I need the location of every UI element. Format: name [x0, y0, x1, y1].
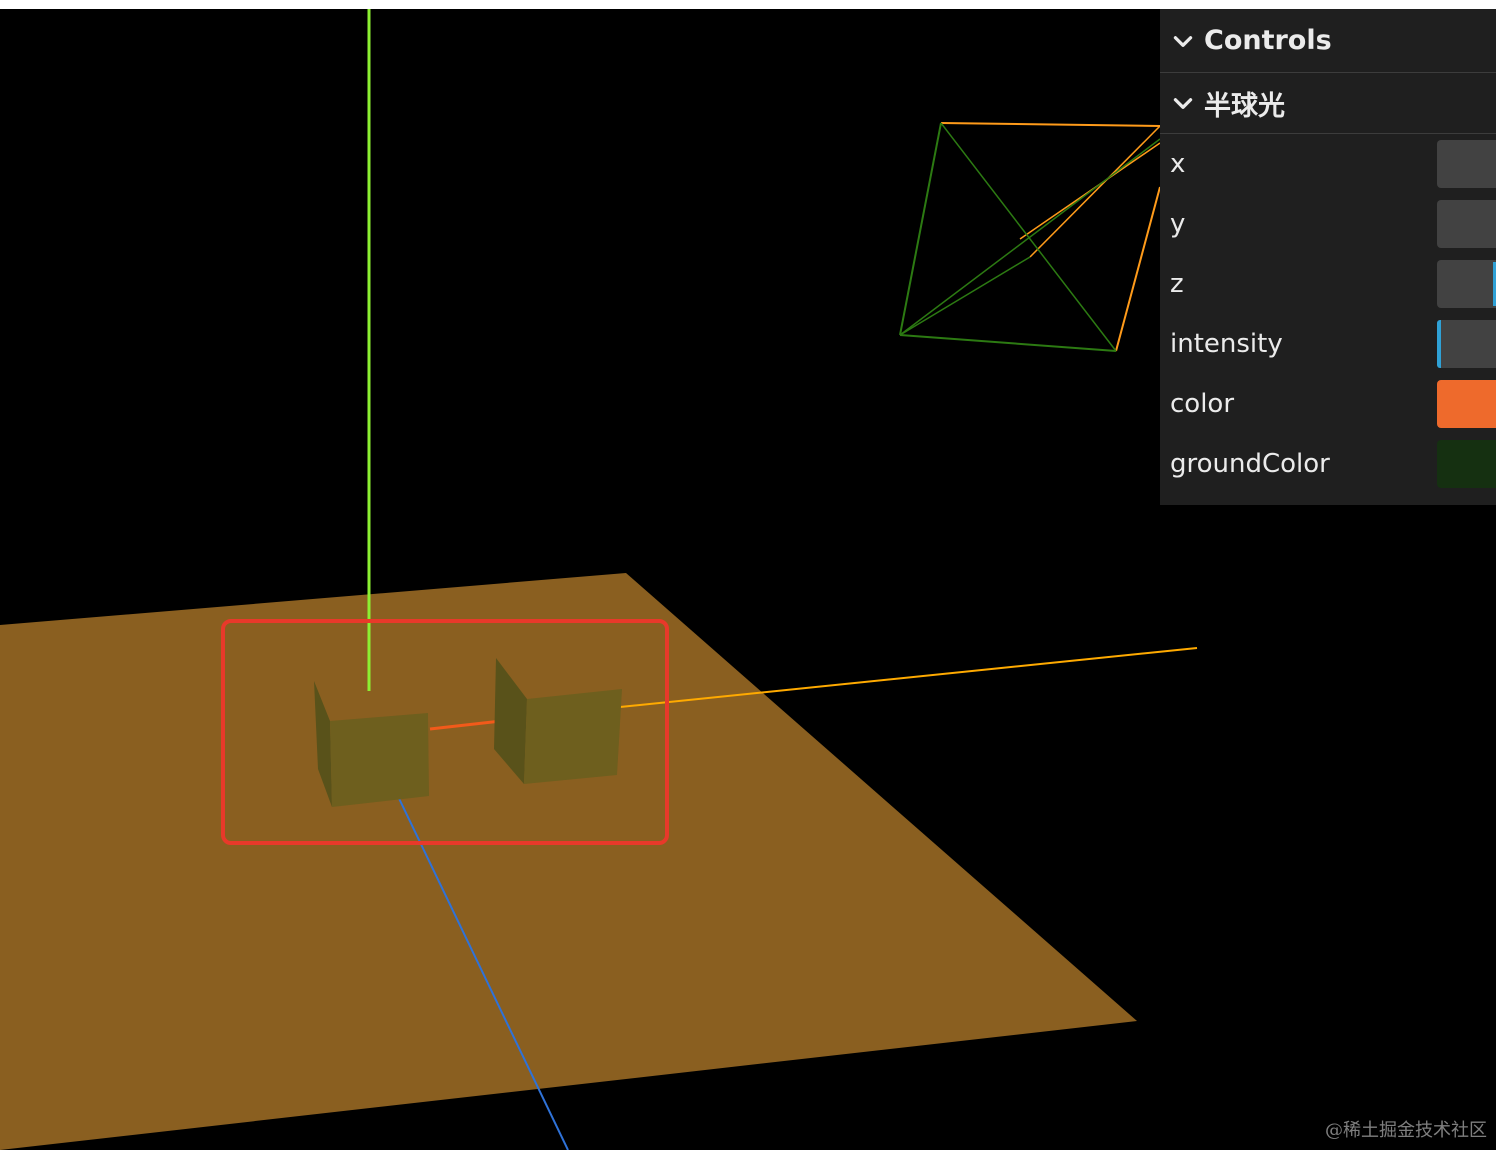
x-number-input[interactable]	[1437, 140, 1496, 188]
intensity-slider[interactable]	[1437, 320, 1496, 368]
folder-title: 半球光	[1204, 90, 1285, 122]
y-number-input[interactable]	[1437, 200, 1496, 248]
controls-header[interactable]: Controls	[1160, 9, 1496, 73]
control-label: y	[1170, 209, 1186, 239]
control-label: intensity	[1170, 329, 1283, 359]
control-label: x	[1170, 149, 1186, 179]
top-strip	[0, 0, 1496, 9]
z-number-input[interactable]	[1437, 260, 1496, 308]
ground-color-swatch[interactable]	[1437, 440, 1496, 488]
box-left-front	[330, 713, 429, 807]
control-row-color: color	[1160, 374, 1496, 434]
control-row-z: z	[1160, 254, 1496, 314]
chevron-down-icon	[1173, 98, 1193, 109]
controls-title: Controls	[1204, 25, 1332, 56]
control-row-y: y	[1160, 194, 1496, 254]
folder-header[interactable]: 半球光	[1160, 73, 1496, 134]
control-row-groundcolor: groundColor	[1160, 434, 1496, 494]
control-label: color	[1170, 389, 1235, 419]
control-label: z	[1170, 269, 1184, 299]
control-row-intensity: intensity	[1160, 314, 1496, 374]
color-swatch[interactable]	[1437, 380, 1496, 428]
watermark: @稀土掘金技术社区	[1325, 1120, 1487, 1141]
gui-panel: Controls 半球光 x y z intensity color groun…	[1160, 9, 1496, 505]
box-right-front	[524, 689, 622, 784]
control-label: groundColor	[1170, 449, 1330, 479]
chevron-down-icon	[1173, 35, 1193, 47]
control-row-x: x	[1160, 134, 1496, 194]
